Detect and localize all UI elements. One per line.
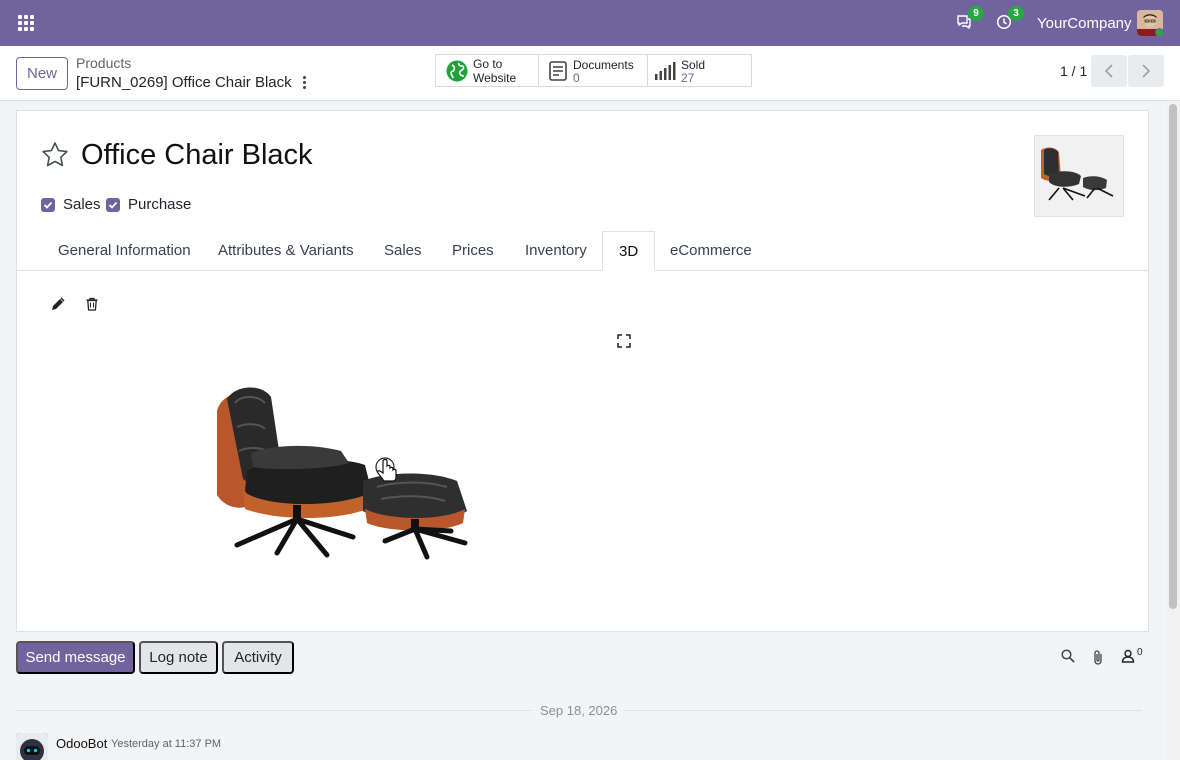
control-panel: New Products [FURN_0269] Office Chair Bl… — [0, 46, 1180, 101]
apps-grid-icon[interactable] — [18, 15, 34, 31]
log-note-button[interactable]: Log note — [139, 641, 218, 674]
product-name-field[interactable]: Office Chair Black — [81, 139, 313, 172]
trash-icon[interactable] — [85, 297, 99, 311]
favorite-star-icon[interactable] — [41, 141, 69, 169]
breadcrumb-current: [FURN_0269] Office Chair Black — [76, 74, 292, 91]
messages-button[interactable]: 9 — [956, 6, 984, 35]
activity-button[interactable]: Activity — [222, 641, 294, 674]
documents-smart-button[interactable]: Documents 0 — [538, 54, 648, 87]
documents-count: 0 — [573, 71, 580, 85]
document-icon — [549, 61, 567, 81]
pager-next-button[interactable] — [1128, 55, 1164, 87]
tab-general-information[interactable]: General Information — [42, 231, 207, 271]
scrollbar-thumb[interactable] — [1169, 104, 1177, 609]
online-status-dot — [1155, 28, 1164, 37]
page-scrollbar[interactable] — [1167, 102, 1180, 760]
notebook-tabs: General Information Attributes & Variant… — [17, 231, 1148, 271]
activities-count-badge: 3 — [1008, 6, 1024, 21]
tab-attributes-variants[interactable]: Attributes & Variants — [202, 231, 370, 271]
checkbox-checked-icon — [106, 197, 120, 212]
purchase-checkbox-label: Purchase — [128, 196, 192, 213]
can-be-purchased-checkbox[interactable]: Purchase — [106, 196, 191, 213]
go-to-label-line1: Go to — [473, 57, 503, 71]
company-switcher[interactable]: YourCompany — [1037, 15, 1132, 32]
followers-count: 0 — [1137, 647, 1143, 658]
message-author[interactable]: OdooBot — [56, 736, 107, 751]
messages-count-badge: 9 — [968, 6, 984, 21]
breadcrumb-products[interactable]: Products — [76, 55, 131, 71]
go-to-website-button[interactable]: Go to Website — [435, 54, 539, 87]
tab-sales[interactable]: Sales — [368, 231, 438, 271]
edit-pencil-icon[interactable] — [51, 297, 65, 311]
odoobot-avatar — [16, 733, 48, 760]
globe-icon — [446, 60, 468, 82]
sold-count: 27 — [681, 71, 695, 85]
tab-ecommerce[interactable]: eCommerce — [654, 231, 768, 271]
documents-label: Documents — [573, 58, 634, 72]
message-timestamp: Yesterday at 11:37 PM — [111, 738, 222, 750]
actions-menu-icon[interactable] — [300, 75, 308, 91]
search-icon[interactable] — [1061, 649, 1075, 663]
activities-button[interactable]: 3 — [996, 6, 1024, 35]
new-button[interactable]: New — [16, 57, 68, 90]
tab-3d[interactable]: 3D — [602, 231, 656, 271]
chevron-right-icon — [1142, 64, 1151, 78]
fullscreen-icon[interactable] — [617, 334, 631, 348]
paperclip-icon[interactable] — [1092, 649, 1104, 665]
go-to-label-line2: Website — [473, 71, 517, 85]
chevron-left-icon — [1104, 64, 1113, 78]
follower-person-icon[interactable] — [1121, 649, 1135, 663]
tab-prices[interactable]: Prices — [436, 231, 510, 271]
date-separator-label: Sep 18, 2026 — [540, 703, 618, 718]
product-form-sheet: Office Chair Black Sales Purchase Genera… — [16, 110, 1149, 632]
sold-label: Sold — [681, 58, 706, 72]
pager-value[interactable]: 1 / 1 — [1060, 63, 1087, 79]
sales-checkbox-label: Sales — [63, 196, 101, 213]
top-navbar: 9 3 YourCompany — [0, 0, 1180, 46]
send-message-button[interactable]: Send message — [16, 641, 135, 674]
can-be-sold-checkbox[interactable]: Sales — [41, 196, 101, 213]
3d-model-viewer[interactable] — [207, 381, 477, 581]
bar-chart-icon — [655, 62, 676, 80]
date-separator: Sep 18, 2026 — [16, 702, 1142, 718]
checkbox-checked-icon — [41, 197, 55, 212]
pager-previous-button[interactable] — [1091, 55, 1127, 87]
tab-inventory[interactable]: Inventory — [509, 231, 603, 271]
product-image[interactable] — [1034, 135, 1124, 217]
sold-smart-button[interactable]: Sold 27 — [647, 54, 752, 87]
